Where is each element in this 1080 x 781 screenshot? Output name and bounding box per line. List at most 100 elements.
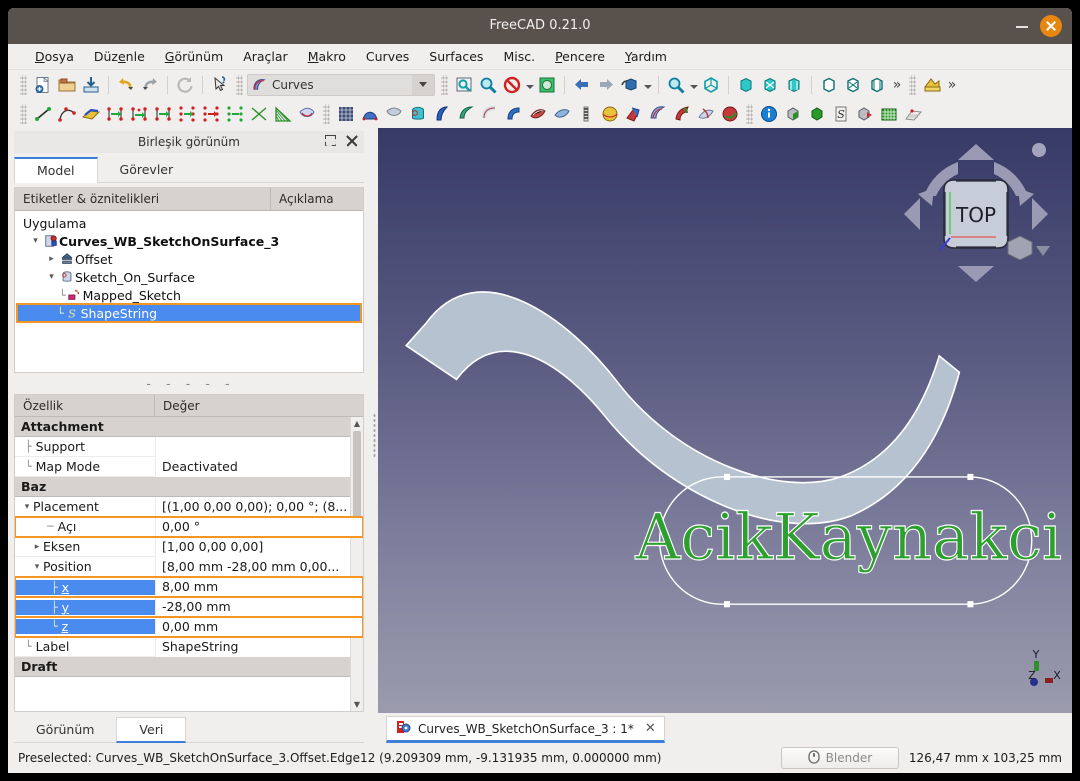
surface-patch-icon[interactable]: [382, 102, 406, 126]
property-row-aci[interactable]: ─ Açı 0,00 °: [15, 516, 363, 538]
float-panel-icon[interactable]: [324, 134, 337, 147]
toolbar-grip[interactable]: [746, 103, 753, 124]
property-value[interactable]: ShapeString: [155, 636, 363, 657]
axonometric-view-icon[interactable]: [618, 73, 642, 97]
expander-icon[interactable]: ▸: [31, 542, 43, 552]
chevron-down-icon[interactable]: [688, 73, 699, 97]
split-curve-icon[interactable]: [127, 102, 151, 126]
property-value[interactable]: 0,00 °: [155, 516, 363, 537]
whats-this-icon[interactable]: [208, 73, 232, 97]
refresh-icon[interactable]: [173, 73, 197, 97]
discretize-icon[interactable]: [151, 102, 175, 126]
tree-item-sketch-on-surface[interactable]: ▾ Sketch_On_Surface: [15, 268, 363, 286]
sphere-icon[interactable]: [598, 102, 622, 126]
tree-item-document[interactable]: ▾ Curves_WB_SketchOnSurface_3: [15, 232, 363, 250]
tree-expander-icon[interactable]: ▾: [45, 272, 58, 282]
sketch-on-surface-icon[interactable]: [454, 102, 478, 126]
pipeshell-icon[interactable]: [406, 102, 430, 126]
tab-gorevler[interactable]: Görevler: [98, 157, 196, 182]
property-value[interactable]: [(1,00 0,00 0,00); 0,00 °; (8...: [155, 496, 363, 517]
vertex-handle[interactable]: [967, 473, 974, 481]
property-row-support[interactable]: ├ Support: [15, 436, 363, 457]
menu-surfaces[interactable]: Surfaces: [420, 46, 492, 67]
toolbar-grip[interactable]: [20, 74, 27, 95]
document-tab[interactable]: Curves_WB_SketchOnSurface_3 : 1* ✕: [386, 716, 665, 743]
chevron-down-icon[interactable]: [524, 73, 535, 97]
freeze-view-icon[interactable]: [535, 73, 559, 97]
toolbar-overflow-button-2[interactable]: »: [944, 77, 960, 93]
line-icon[interactable]: [31, 102, 55, 126]
property-row-map-mode[interactable]: └ Map Mode Deactivated: [15, 456, 363, 477]
macro-icon[interactable]: [920, 73, 944, 97]
toolbar-overflow-button[interactable]: »: [889, 77, 905, 93]
vertex-handle[interactable]: [967, 601, 974, 608]
pipe-icon[interactable]: [478, 102, 502, 126]
3d-viewport[interactable]: AcikKaynakci TOP Y Z X: [378, 128, 1072, 713]
isocurve-icon[interactable]: [694, 102, 718, 126]
zebra-icon[interactable]: [574, 102, 598, 126]
expander-icon[interactable]: ▾: [21, 502, 33, 512]
save-icon[interactable]: [79, 73, 103, 97]
property-value[interactable]: [8,00 mm -28,00 mm 0,00...: [155, 556, 363, 577]
toolbar-grip[interactable]: [909, 74, 916, 95]
bspline-icon[interactable]: [55, 102, 79, 126]
vertex-handle[interactable]: [723, 601, 731, 608]
forward-arrow-icon[interactable]: [594, 73, 618, 97]
tab-veri[interactable]: Veri: [116, 717, 187, 743]
blend-surface-icon[interactable]: [358, 102, 382, 126]
shapestring-icon[interactable]: S: [829, 102, 853, 126]
join-curve-icon[interactable]: [103, 102, 127, 126]
approximate-icon[interactable]: [175, 102, 199, 126]
toolbar-grip[interactable]: [20, 103, 27, 124]
property-value[interactable]: [155, 436, 363, 457]
property-value[interactable]: 8,00 mm: [155, 577, 363, 597]
points-grid-icon[interactable]: [901, 102, 925, 126]
menu-pencere[interactable]: Pencere: [546, 46, 614, 67]
property-row-position[interactable]: ▾ Position [8,00 mm -28,00 mm 0,00...: [15, 556, 363, 577]
gordon-surface-icon[interactable]: [334, 102, 358, 126]
chevron-down-icon[interactable]: [642, 73, 653, 97]
view-front-icon[interactable]: [734, 73, 758, 97]
toolbar-grip[interactable]: [323, 103, 330, 124]
view-left-icon[interactable]: [865, 73, 889, 97]
info-icon[interactable]: [757, 102, 781, 126]
property-scrollbar[interactable]: ▲ ▼: [350, 417, 363, 711]
expander-icon[interactable]: ▾: [31, 562, 43, 572]
close-tab-icon[interactable]: ✕: [641, 721, 656, 736]
menu-gorunum[interactable]: Görünüm: [156, 46, 232, 67]
tree-expander-icon[interactable]: ▾: [29, 236, 42, 246]
vertex-handle[interactable]: [723, 473, 731, 481]
open-folder-icon[interactable]: [55, 73, 79, 97]
menu-araclar[interactable]: Araçlar: [234, 46, 297, 67]
curve-extend-icon[interactable]: [247, 102, 271, 126]
profile-support-icon[interactable]: [646, 102, 670, 126]
tree-item-shapestring[interactable]: └ S ShapeString: [16, 303, 362, 323]
back-arrow-icon[interactable]: [570, 73, 594, 97]
tab-gorunum[interactable]: Görünüm: [14, 717, 116, 742]
undo-icon[interactable]: [114, 73, 138, 97]
property-value[interactable]: -28,00 mm: [155, 597, 363, 617]
draw-style-icon[interactable]: [500, 73, 524, 97]
close-panel-icon[interactable]: [345, 134, 358, 147]
flatten-face-icon[interactable]: [550, 102, 574, 126]
interpolate-icon[interactable]: [199, 102, 223, 126]
property-row-placement[interactable]: ▾ Placement [(1,00 0,00 0,00); 0,00 °; (8…: [15, 496, 363, 517]
menu-misc[interactable]: Misc.: [494, 46, 544, 67]
scroll-up-icon[interactable]: ▲: [351, 417, 363, 430]
scroll-down-icon[interactable]: ▼: [351, 698, 363, 711]
chevron-down-icon[interactable]: [412, 74, 434, 95]
menu-curves[interactable]: Curves: [357, 46, 418, 67]
property-row-y[interactable]: ├ y -28,00 mm: [15, 596, 363, 618]
zoom-icon[interactable]: [664, 73, 688, 97]
redo-icon[interactable]: [138, 73, 162, 97]
tree-expander-icon[interactable]: ▸: [45, 254, 58, 264]
misc-box-icon[interactable]: [781, 102, 805, 126]
zoom-fit-selection-icon[interactable]: [476, 73, 500, 97]
tab-model[interactable]: Model: [14, 157, 98, 183]
ruled-surface-icon[interactable]: [271, 102, 295, 126]
tree-item-offset[interactable]: ▸ Offset: [15, 250, 363, 268]
grid-icon[interactable]: [877, 102, 901, 126]
segment-surface-icon[interactable]: [526, 102, 550, 126]
workbench-selector[interactable]: Curves: [247, 73, 435, 96]
new-document-icon[interactable]: [31, 73, 55, 97]
